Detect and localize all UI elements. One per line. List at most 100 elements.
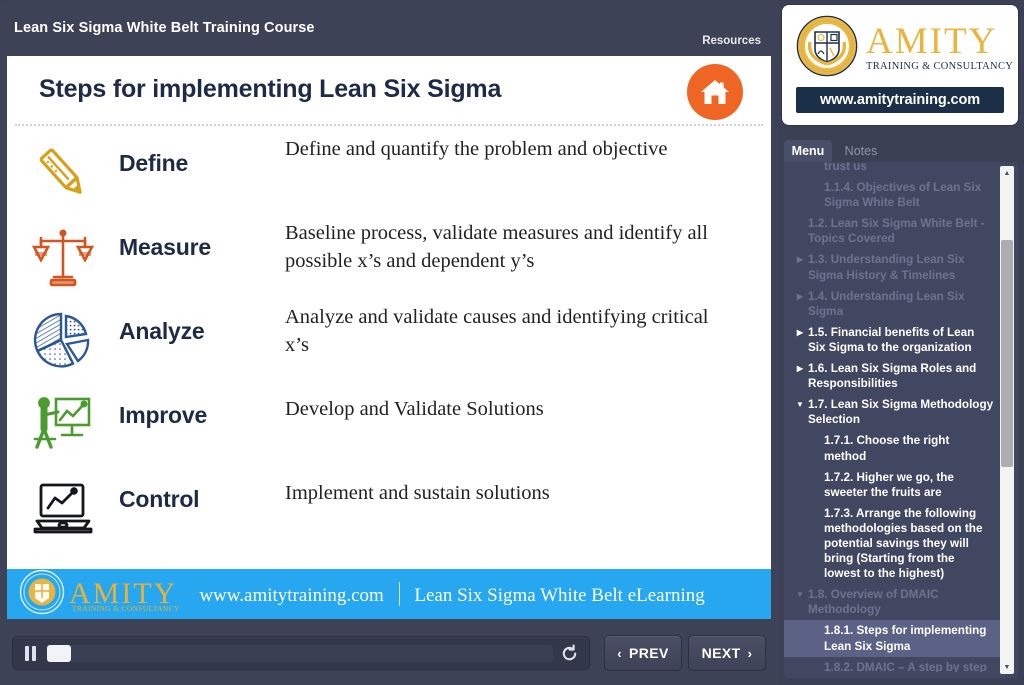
banner-course: Lean Six Sigma White Belt eLearning	[414, 584, 705, 606]
menu-item[interactable]: 1.8.2. DMAIC – A step by step approach	[784, 657, 1000, 672]
step-description: Baseline process, validate measures and …	[285, 222, 708, 272]
pause-icon[interactable]	[24, 646, 39, 661]
scroll-down-arrow-icon[interactable]: ▼	[1000, 660, 1014, 674]
tab-notes[interactable]: Notes	[836, 140, 886, 162]
next-button[interactable]: NEXT ›	[688, 635, 766, 671]
amity-crest-icon	[796, 15, 858, 82]
chevron-right-icon: ›	[747, 645, 753, 661]
next-button-label: NEXT	[701, 645, 741, 661]
prev-button[interactable]: ‹ PREV	[604, 635, 682, 671]
presenter-chart-icon	[7, 384, 119, 468]
tab-menu[interactable]: Menu	[784, 140, 832, 162]
step-row: Improve Develop and Validate Solutions	[7, 384, 771, 468]
step-row: Measure Baseline process, validate measu…	[7, 216, 771, 300]
menu-item[interactable]: trust us	[784, 162, 1000, 177]
sidebar-tabs: Menu Notes	[779, 140, 1024, 162]
menu-item-label: 1.7.1. Choose the right method	[824, 434, 950, 463]
step-name: Define	[119, 150, 189, 176]
menu-item-label: 1.1.4. Objectives of Lean Six Sigma Whit…	[824, 181, 982, 210]
replay-icon[interactable]	[560, 644, 579, 663]
menu-item[interactable]: ▼ 1.8. Overview of DMAIC Methodology	[784, 584, 1000, 620]
menu-item-label: 1.3. Understanding Lean Six Sigma Histor…	[808, 253, 965, 282]
banner-url: www.amitytraining.com	[199, 584, 384, 606]
menu-panel: trust us 1.1.4. Objectives of Lean Six Si…	[784, 162, 1018, 678]
playback-controls: ‹ PREV NEXT ›	[0, 619, 779, 685]
amity-crest-icon	[19, 569, 65, 620]
menu-item[interactable]: 1.7.2. Higher we go, the sweeter the fru…	[784, 467, 1000, 503]
brand-url[interactable]: www.amitytraining.com	[796, 87, 1004, 113]
menu-list[interactable]: trust us 1.1.4. Objectives of Lean Six Si…	[784, 162, 1000, 672]
menu-item[interactable]: ▶ 1.4. Understanding Lean Six Sigma	[784, 286, 1000, 322]
course-title: Lean Six Sigma White Belt Training Cours…	[14, 20, 315, 36]
step-description: Develop and Validate Solutions	[285, 398, 544, 420]
banner-text: www.amitytraining.com Lean Six Sigma Whi…	[199, 581, 705, 607]
elearning-player-window: Lean Six Sigma White Belt Training Cours…	[0, 0, 1024, 685]
chevron-right-icon[interactable]: ▶	[794, 361, 806, 374]
player-topbar: Lean Six Sigma White Belt Training Cours…	[0, 0, 779, 56]
laptop-chart-icon	[7, 468, 119, 552]
resources-link[interactable]: Resources	[702, 35, 761, 47]
menu-item-label: 1.8.1. Steps for implementing Lean Six S…	[824, 624, 987, 653]
sidebar: AMITY TRAINING & CONSULTANCY www.amitytr…	[779, 0, 1024, 685]
step-name: Control	[119, 486, 200, 512]
brand-tagline: TRAINING & CONSULTANCY	[866, 61, 1014, 73]
step-name: Measure	[119, 234, 211, 260]
chevron-right-icon[interactable]: ▶	[794, 252, 806, 265]
scrollbar-thumb[interactable]	[1001, 240, 1013, 467]
brand-name: AMITY	[866, 21, 998, 63]
slide-footer-banner: AMITY TRAINING & CONSULTANCY www.amitytr…	[7, 569, 771, 619]
seek-slider[interactable]	[47, 645, 553, 662]
player-area: Lean Six Sigma White Belt Training Cours…	[0, 0, 779, 685]
home-icon[interactable]	[687, 64, 743, 120]
chevron-down-icon[interactable]: ▼	[794, 587, 806, 600]
menu-item[interactable]: ▶ 1.3. Understanding Lean Six Sigma Histo…	[784, 249, 1000, 285]
step-description: Define and quantify the problem and obje…	[285, 138, 668, 160]
menu-item-label: 1.7.2. Higher we go, the sweeter the fru…	[824, 470, 954, 499]
brand-logo-card: AMITY TRAINING & CONSULTANCY www.amitytr…	[782, 5, 1018, 125]
menu-item[interactable]: 1.2. Lean Six Sigma White Belt -Topics C…	[784, 213, 1000, 249]
menu-item[interactable]: ▶ 1.6. Lean Six Sigma Roles and Responsib…	[784, 358, 1000, 394]
pencil-icon	[7, 132, 119, 216]
step-row: Analyze Analyze and validate causes and …	[7, 300, 771, 384]
banner-brand-tagline: TRAINING & CONSULTANCY	[72, 604, 180, 613]
menu-item[interactable]: 1.8.1. Steps for implementing Lean Six S…	[784, 620, 1000, 657]
title-divider	[15, 124, 763, 126]
chevron-right-icon[interactable]: ▶	[794, 289, 806, 302]
menu-item-label: 1.4. Understanding Lean Six Sigma	[808, 289, 965, 318]
slide-stage: Steps for implementing Lean Six Sigma De…	[7, 56, 771, 619]
brand-logo-row: AMITY TRAINING & CONSULTANCY	[782, 15, 1018, 81]
menu-item-label: 1.6. Lean Six Sigma Roles and Responsibi…	[808, 362, 977, 391]
prev-button-label: PREV	[629, 645, 669, 661]
step-row: Control Implement and sustain solutions	[7, 468, 771, 552]
slide-title: Steps for implementing Lean Six Sigma	[39, 75, 502, 103]
step-row: Define Define and quantify the problem a…	[7, 132, 771, 216]
chevron-left-icon: ‹	[617, 645, 622, 661]
pie-chart-icon	[7, 300, 119, 384]
menu-item[interactable]: 1.1.4. Objectives of Lean Six Sigma Whit…	[784, 177, 1000, 213]
seek-bar-container	[12, 636, 590, 670]
menu-item[interactable]: ▶ 1.5. Financial benefits of Lean Six Sig…	[784, 322, 1000, 358]
seek-thumb[interactable]	[47, 645, 71, 662]
banner-brand: AMITY TRAINING & CONSULTANCY	[69, 579, 180, 613]
menu-item[interactable]: 1.7.3. Arrange the following methodologi…	[784, 503, 1000, 584]
chevron-down-icon[interactable]: ▼	[794, 397, 806, 410]
menu-item[interactable]: 1.7.1. Choose the right method	[784, 430, 1000, 466]
step-description: Implement and sustain solutions	[285, 482, 550, 504]
menu-item-label: 1.7.3. Arrange the following methodologi…	[824, 506, 983, 581]
step-name: Analyze	[119, 318, 205, 344]
banner-divider	[398, 581, 400, 606]
menu-item-label: 1.5. Financial benefits of Lean Six Sigm…	[808, 325, 975, 354]
brand-wordmark: AMITY TRAINING & CONSULTANCY	[866, 23, 1013, 73]
menu-item-spacer	[794, 216, 806, 219]
slide-header: Steps for implementing Lean Six Sigma	[7, 56, 771, 126]
menu-item-label: 1.7. Lean Six Sigma Methodology Selectio…	[808, 398, 994, 427]
menu-item-label: 1.8. Overview of DMAIC Methodology	[808, 588, 939, 617]
menu-scrollbar[interactable]: ▲ ▼	[1000, 166, 1014, 674]
chevron-right-icon[interactable]: ▶	[794, 325, 806, 338]
menu-item-label: trust us	[824, 162, 867, 173]
menu-item[interactable]: ▼ 1.7. Lean Six Sigma Methodology Selecti…	[784, 394, 1000, 430]
menu-item-label: 1.2. Lean Six Sigma White Belt -Topics C…	[808, 217, 985, 246]
dmaic-steps-list: Define Define and quantify the problem a…	[7, 132, 771, 552]
scroll-up-arrow-icon[interactable]: ▲	[1000, 166, 1014, 180]
balance-scale-icon	[7, 216, 119, 300]
